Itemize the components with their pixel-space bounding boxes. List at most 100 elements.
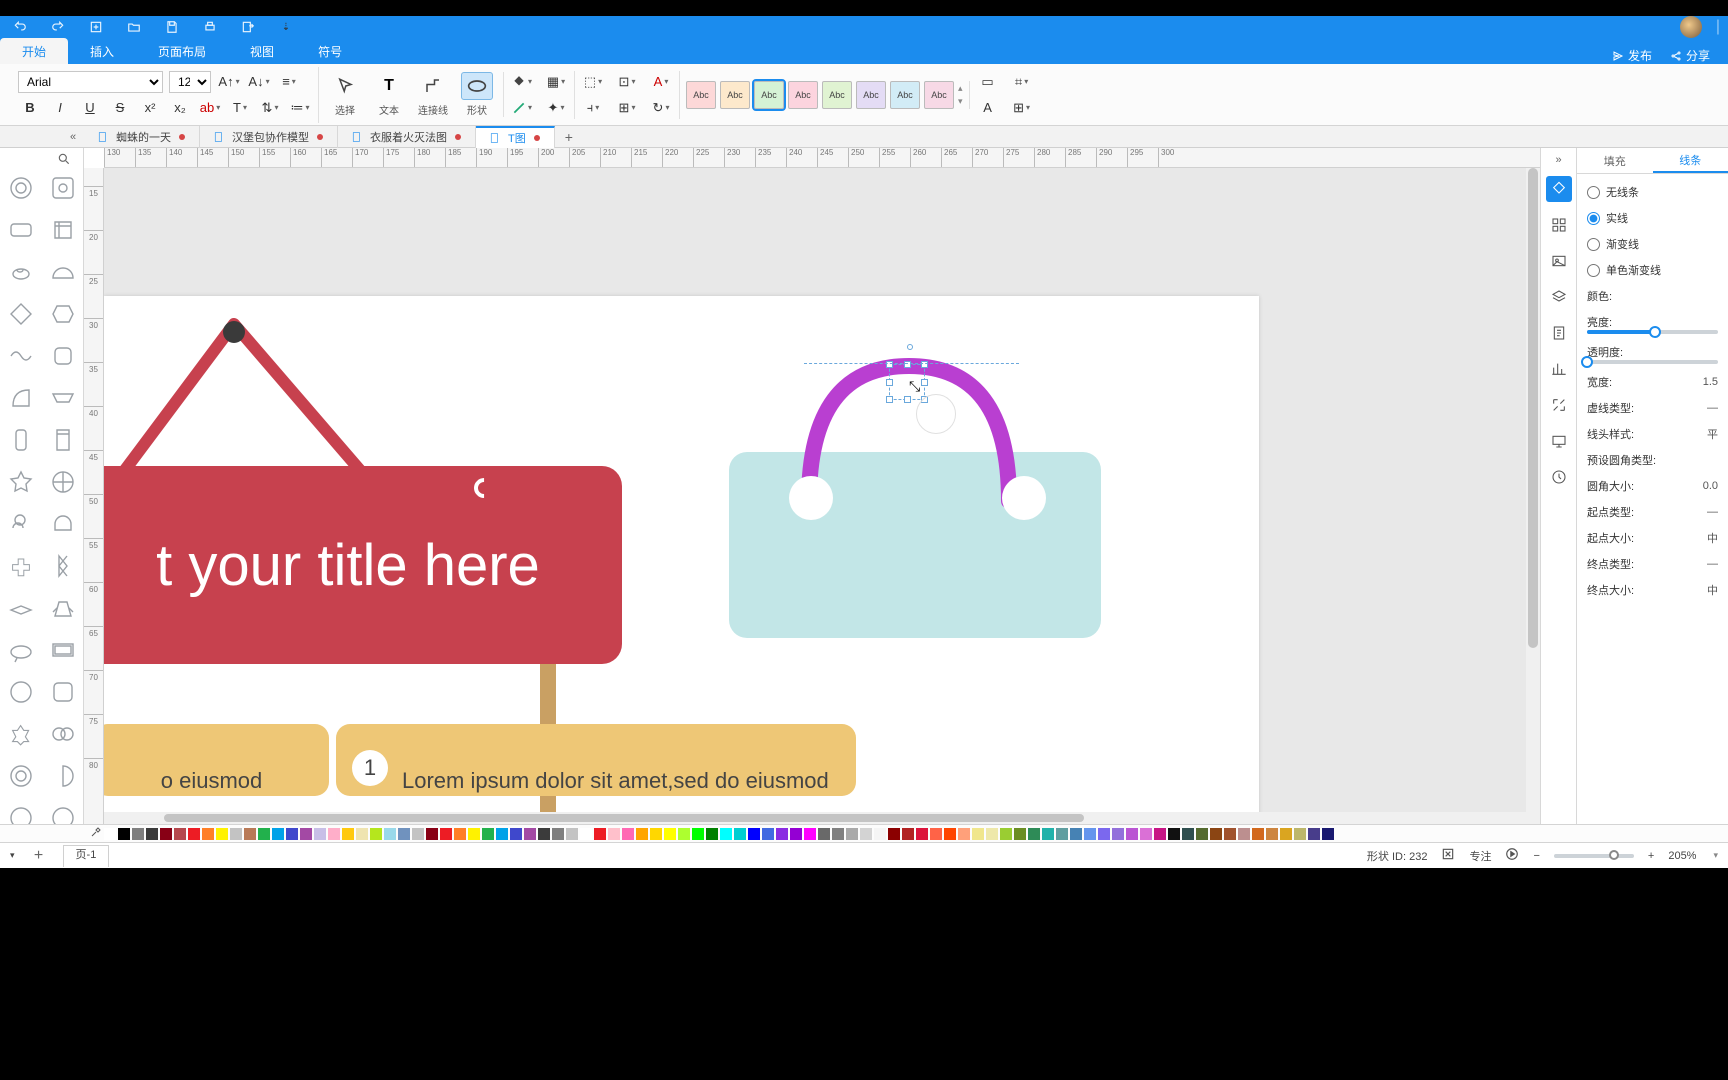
style-swatch-7[interactable]: Abc [890, 81, 920, 109]
color-swatch[interactable] [986, 828, 998, 840]
page-tab[interactable]: 页-1 [63, 845, 110, 867]
color-swatch[interactable] [356, 828, 368, 840]
shape-gallery-item[interactable] [45, 758, 81, 794]
shape-gallery-item[interactable] [45, 212, 81, 248]
color-swatch[interactable] [1070, 828, 1082, 840]
line-gradient-radio[interactable]: 渐变线 [1587, 236, 1718, 252]
color-swatch[interactable] [888, 828, 900, 840]
color-swatch[interactable] [678, 828, 690, 840]
new-icon[interactable] [84, 16, 108, 38]
line-color-button[interactable] [510, 97, 534, 119]
color-swatch[interactable] [1084, 828, 1096, 840]
fit-page-icon[interactable] [1441, 847, 1455, 864]
shape-gallery-item[interactable] [3, 422, 39, 458]
shape-gallery-item[interactable] [45, 548, 81, 584]
rail-chart-icon[interactable] [1546, 356, 1572, 382]
page-setup-icon[interactable]: ▭ [976, 71, 1000, 93]
shape-gallery-item[interactable] [3, 506, 39, 542]
zoom-slider[interactable] [1554, 854, 1634, 858]
crop-icon[interactable]: ⌗ [1010, 71, 1034, 93]
menu-tab-symbol[interactable]: 符号 [296, 38, 364, 64]
shape-gallery-item[interactable] [45, 632, 81, 668]
rail-layers-icon[interactable] [1546, 284, 1572, 310]
shape-gallery-item[interactable] [3, 548, 39, 584]
add-page-button[interactable]: + [29, 846, 49, 866]
sign-board-shape[interactable]: t your title here [104, 466, 622, 664]
color-swatch[interactable] [272, 828, 284, 840]
eyedropper-icon[interactable] [90, 825, 102, 843]
rail-style-icon[interactable] [1546, 176, 1572, 202]
publish-button[interactable]: 发布 [1612, 47, 1652, 64]
shape-search-icon[interactable] [7, 152, 77, 166]
color-swatch[interactable] [1252, 828, 1264, 840]
color-swatch[interactable] [734, 828, 746, 840]
color-swatch[interactable] [636, 828, 648, 840]
color-swatch[interactable] [132, 828, 144, 840]
color-swatch[interactable] [468, 828, 480, 840]
shape-gallery-item[interactable] [3, 254, 39, 290]
color-swatch[interactable] [594, 828, 606, 840]
line-none-radio[interactable]: 无线条 [1587, 184, 1718, 200]
play-icon[interactable] [1505, 847, 1519, 864]
effect-button[interactable]: ✦ [544, 97, 568, 119]
canvas[interactable]: t your title here o eiusmod 1 Lorem ipsu… [104, 168, 1526, 824]
color-swatch[interactable] [174, 828, 186, 840]
shape-gallery-item[interactable] [3, 632, 39, 668]
color-swatch[interactable] [1112, 828, 1124, 840]
shape-gallery-item[interactable] [45, 590, 81, 626]
shape-gallery-item[interactable] [3, 674, 39, 710]
style-swatch-2[interactable]: Abc [720, 81, 750, 109]
color-swatch[interactable] [510, 828, 522, 840]
shape-gallery-item[interactable] [3, 380, 39, 416]
shape-gallery-item[interactable] [3, 590, 39, 626]
swatch-scroll-up[interactable]: ▴ [958, 83, 963, 94]
export-icon[interactable] [236, 16, 260, 38]
color-swatch[interactable] [664, 828, 676, 840]
color-swatch[interactable] [1168, 828, 1180, 840]
color-swatch[interactable] [202, 828, 214, 840]
strike-button[interactable]: S [108, 97, 132, 119]
style-swatch-3[interactable]: Abc [754, 81, 784, 109]
shadow-button[interactable]: ▦ [544, 71, 568, 93]
end-size-value[interactable]: 中 [1686, 582, 1718, 598]
color-swatch[interactable] [930, 828, 942, 840]
color-swatch[interactable] [342, 828, 354, 840]
color-swatch[interactable] [496, 828, 508, 840]
bold-button[interactable]: B [18, 97, 42, 119]
color-swatch[interactable] [706, 828, 718, 840]
shape-tool[interactable]: 形状 [457, 72, 497, 117]
fill-color-button[interactable] [510, 71, 534, 93]
color-swatch[interactable] [188, 828, 200, 840]
font-color-button[interactable]: A [649, 71, 673, 93]
style-swatch-6[interactable]: Abc [856, 81, 886, 109]
menu-tab-insert[interactable]: 插入 [68, 38, 136, 64]
shape-gallery-item[interactable] [45, 170, 81, 206]
collapse-right-icon[interactable]: » [1555, 154, 1561, 166]
end-type-value[interactable]: — [1686, 558, 1718, 570]
color-swatch[interactable] [916, 828, 928, 840]
color-swatch[interactable] [1266, 828, 1278, 840]
shape-gallery-item[interactable] [3, 800, 39, 824]
shape-gallery-item[interactable] [45, 674, 81, 710]
shape-gallery-item[interactable] [3, 296, 39, 332]
doc-tab[interactable]: 汉堡包协作模型 [200, 126, 338, 148]
color-swatch[interactable] [552, 828, 564, 840]
line-solid-radio[interactable]: 实线 [1587, 210, 1718, 226]
color-swatch[interactable] [1308, 828, 1320, 840]
color-swatch[interactable] [944, 828, 956, 840]
color-swatch[interactable] [314, 828, 326, 840]
open-icon[interactable] [122, 16, 146, 38]
shape-gallery-item[interactable] [45, 800, 81, 824]
start-size-value[interactable]: 中 [1686, 530, 1718, 546]
connector-tool[interactable]: 连接线 [413, 72, 453, 117]
color-swatch[interactable] [818, 828, 830, 840]
color-swatch[interactable] [398, 828, 410, 840]
style-swatch-5[interactable]: Abc [822, 81, 852, 109]
color-swatch[interactable] [846, 828, 858, 840]
shape-gallery-item[interactable] [45, 422, 81, 458]
distribute-button[interactable]: ⊞ [615, 97, 639, 119]
list-button[interactable]: ≔ [288, 97, 312, 119]
zoom-in-button[interactable]: + [1648, 850, 1654, 862]
color-swatch[interactable] [454, 828, 466, 840]
color-swatch[interactable] [748, 828, 760, 840]
